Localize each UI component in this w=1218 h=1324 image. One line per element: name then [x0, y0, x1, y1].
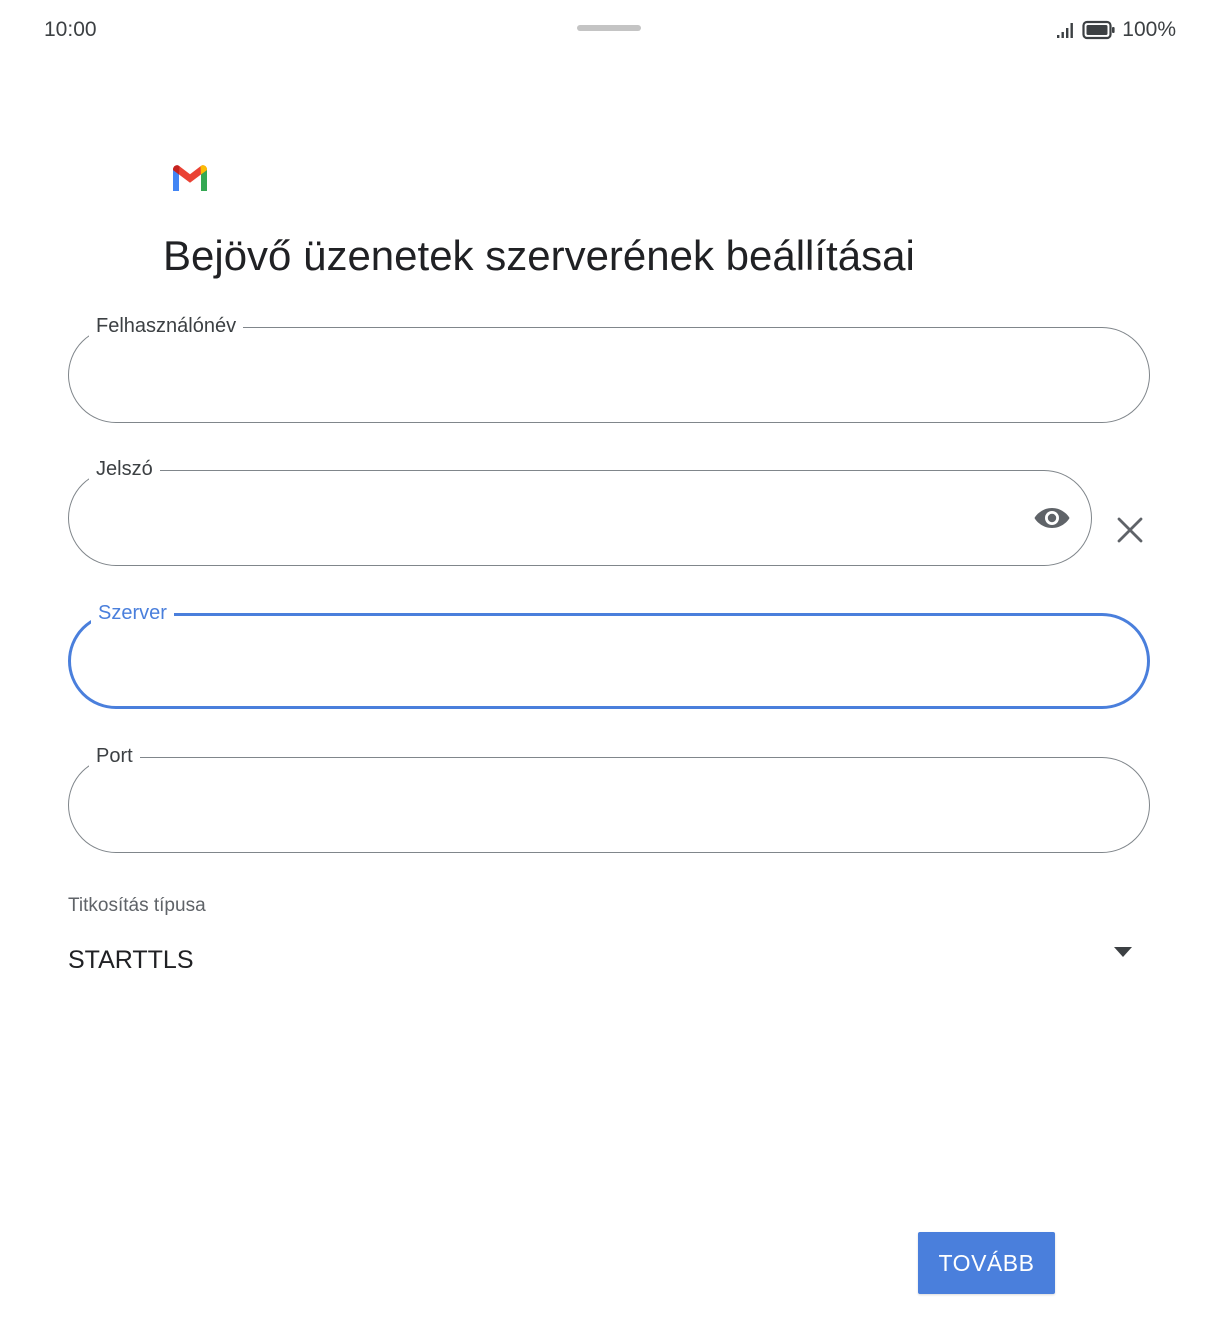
- close-icon[interactable]: [1116, 516, 1144, 544]
- username-label: Felhasználónév: [89, 313, 244, 339]
- server-label: Szerver: [91, 600, 174, 626]
- page-title: Bejövő üzenetek szerverének beállításai: [163, 232, 915, 279]
- dropdown-arrow-icon: [1114, 947, 1132, 957]
- port-input[interactable]: [97, 786, 1069, 824]
- username-field[interactable]: Felhasználónév: [68, 313, 1150, 423]
- encryption-select[interactable]: STARTTLS: [68, 938, 1148, 986]
- gmail-logo: [173, 165, 207, 191]
- status-icons: 100%: [1056, 18, 1176, 42]
- port-label: Port: [89, 743, 140, 769]
- server-field[interactable]: Szerver: [68, 600, 1150, 709]
- password-label: Jelszó: [89, 456, 160, 482]
- server-input[interactable]: [99, 644, 1067, 682]
- eye-icon[interactable]: [1033, 501, 1071, 535]
- password-field[interactable]: Jelszó: [68, 456, 1092, 566]
- encryption-value: STARTTLS: [68, 946, 194, 974]
- drag-handle[interactable]: [577, 25, 641, 31]
- next-button[interactable]: TOVÁBB: [918, 1232, 1055, 1294]
- encryption-label: Titkosítás típusa: [68, 895, 206, 916]
- password-input[interactable]: [97, 499, 1011, 537]
- status-time: 10:00: [44, 18, 97, 41]
- username-input[interactable]: [97, 356, 1069, 394]
- port-field[interactable]: Port: [68, 743, 1150, 853]
- battery-icon: [1082, 20, 1115, 40]
- screen: 10:00 100% Bejövő üzenetek szerverének b…: [0, 0, 1218, 1324]
- battery-percent: 100%: [1122, 18, 1176, 41]
- signal-icon: [1057, 23, 1074, 38]
